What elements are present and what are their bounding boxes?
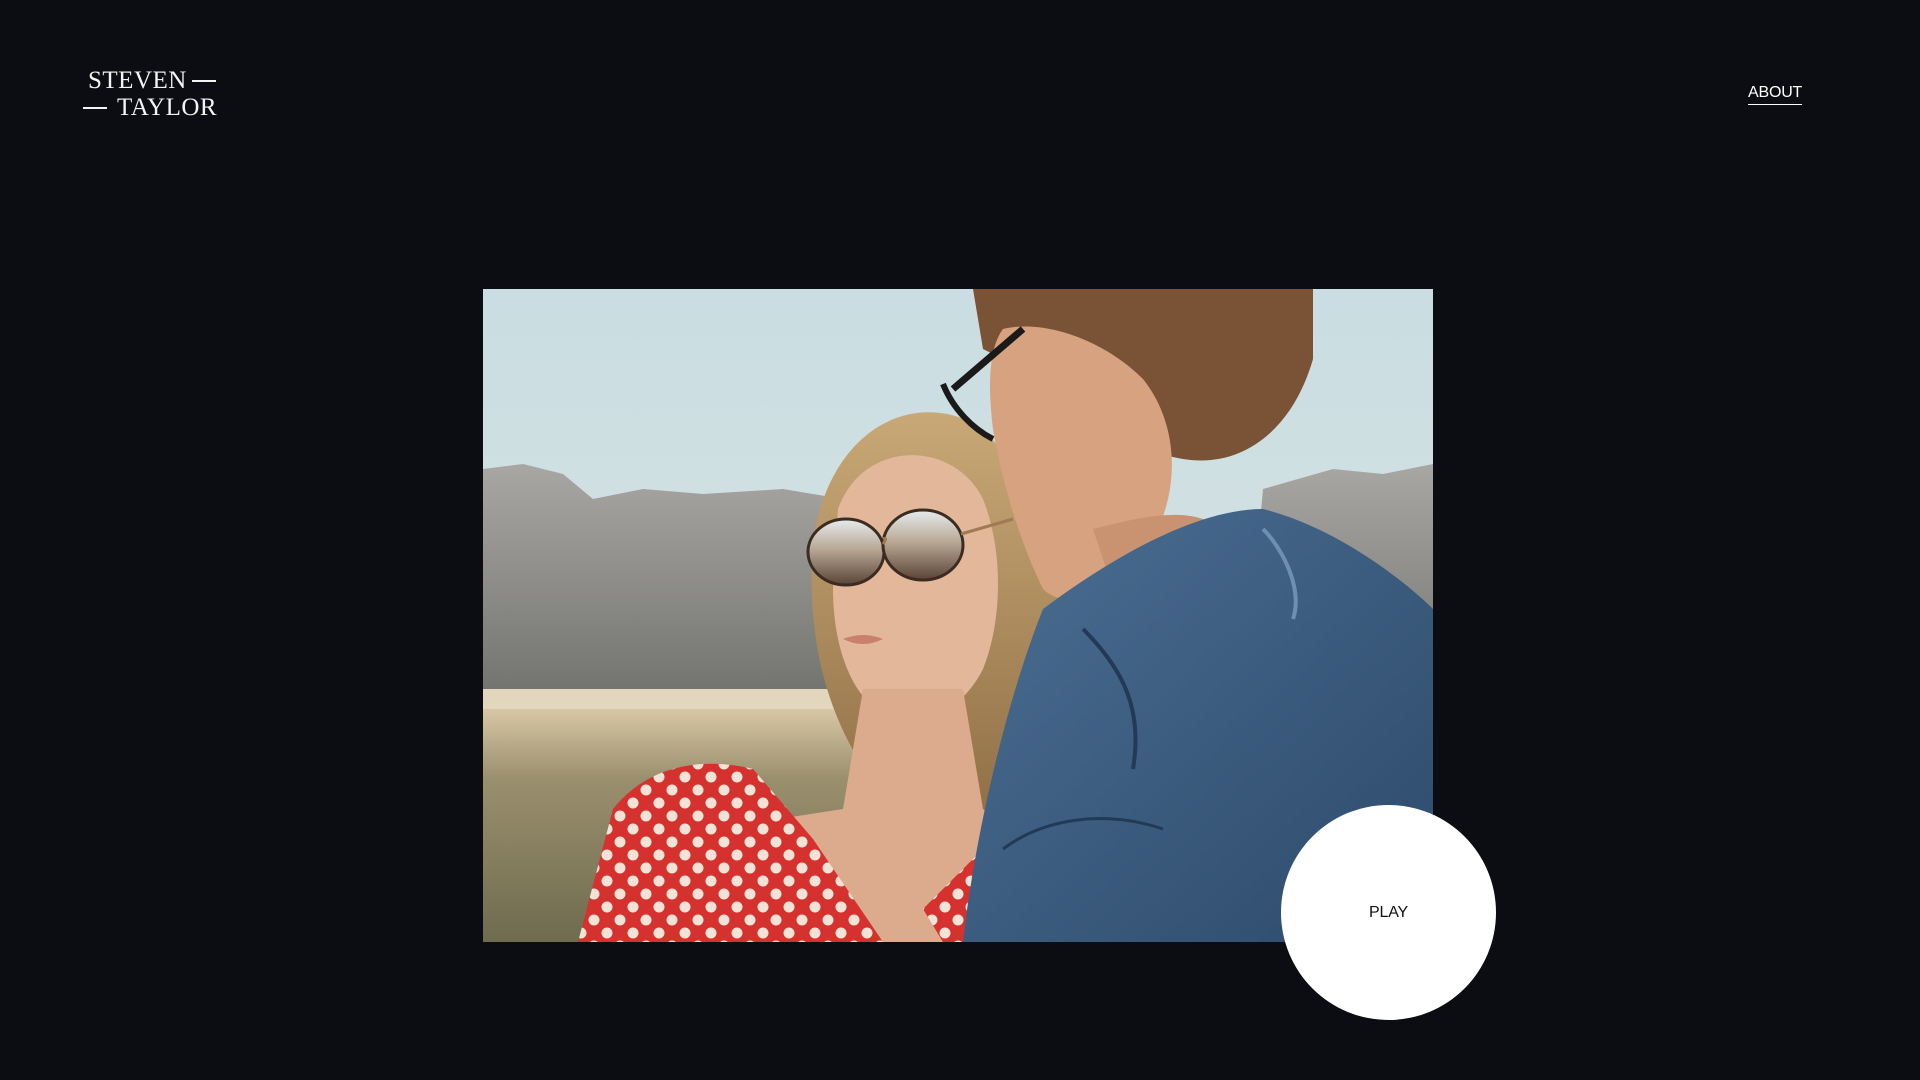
logo-line-2: TAYLOR [83, 94, 217, 122]
nav-about-link[interactable]: ABOUT [1748, 84, 1802, 105]
hero-image [483, 289, 1433, 942]
logo-text-steven: STEVEN [88, 67, 187, 94]
logo-dash [83, 107, 107, 109]
logo[interactable]: STEVEN TAYLOR [83, 67, 217, 121]
logo-text-taylor: TAYLOR [117, 94, 218, 121]
play-button[interactable]: PLAY [1281, 805, 1496, 1020]
page: STEVEN TAYLOR ABOUT PLAY [0, 0, 1920, 1080]
logo-line-1: STEVEN [88, 67, 216, 95]
play-button-label: PLAY [1369, 903, 1408, 921]
logo-dash [191, 80, 216, 82]
hero-photo-illustration [483, 289, 1433, 942]
